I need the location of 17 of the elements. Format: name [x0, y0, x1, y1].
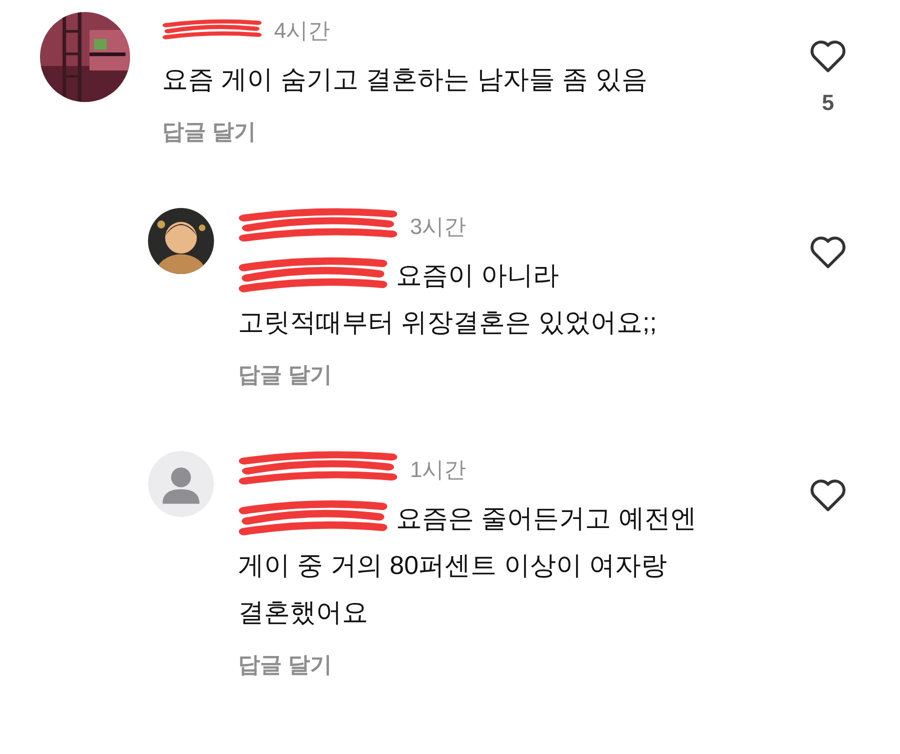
- comment-text: 요즘이 아니라: [396, 259, 560, 292]
- comment-text: 게이 중 거의 80퍼센트 이상이 여자랑: [238, 549, 668, 582]
- comment-text: 요즘 게이 숨기고 결혼하는 남자들 좀 있음: [162, 63, 648, 96]
- reply-link[interactable]: 답글 달기: [162, 119, 256, 144]
- timestamp: 3시간: [410, 212, 466, 240]
- reply-link[interactable]: 답글 달기: [238, 362, 332, 387]
- default-avatar-icon: [148, 451, 214, 517]
- comment-text: 고릿적때부터 위장결혼은 있었어요;;: [238, 306, 657, 339]
- heart-icon[interactable]: [808, 477, 848, 513]
- comment-text: 결혼했어요: [238, 596, 368, 629]
- heart-icon[interactable]: [808, 234, 848, 270]
- like-count: 5: [822, 89, 834, 117]
- heart-icon[interactable]: [808, 38, 848, 74]
- timestamp: 4시간: [274, 16, 330, 44]
- reply-link[interactable]: 답글 달기: [238, 652, 332, 677]
- timestamp: 1시간: [410, 456, 466, 484]
- comment-text: 요즘은 줄어든거고 예전엔: [396, 502, 696, 535]
